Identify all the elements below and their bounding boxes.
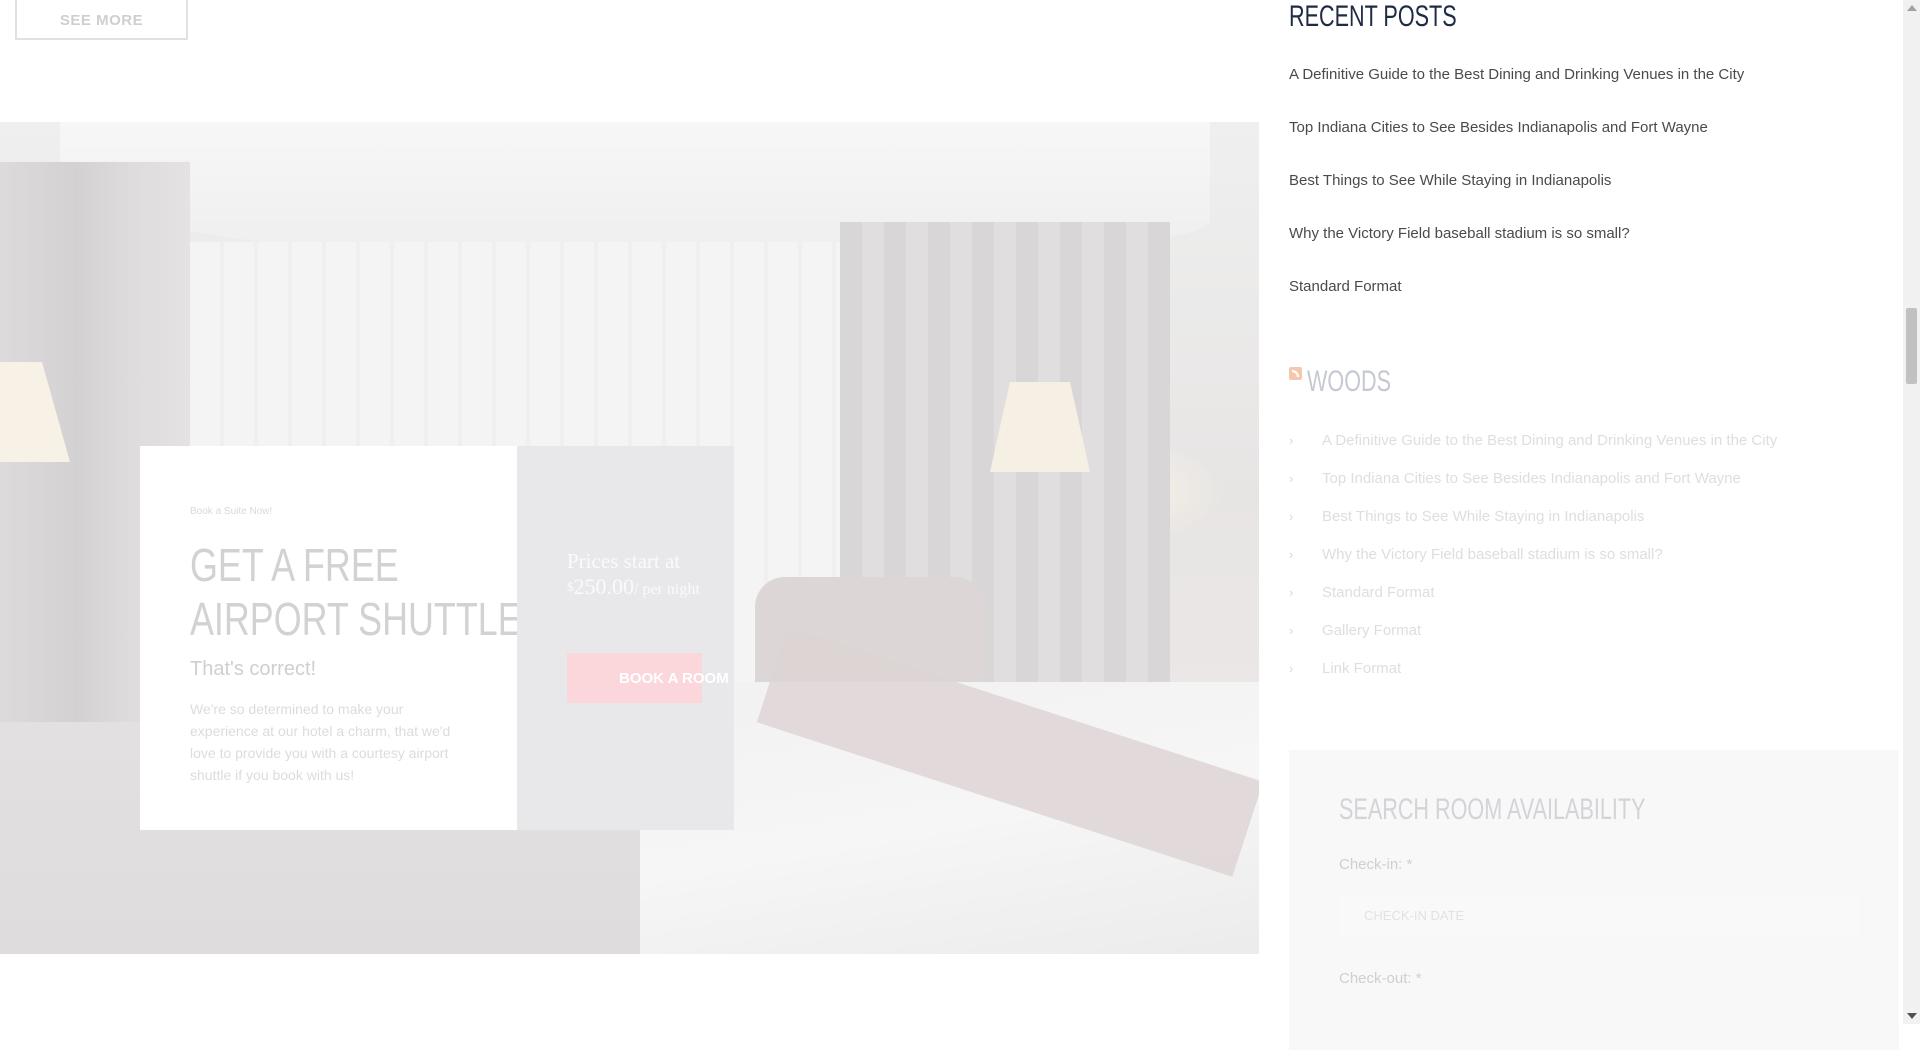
recent-post-link[interactable]: Why the Victory Field baseball stadium i… (1289, 225, 1630, 242)
chevron-right-icon: › (1289, 433, 1294, 448)
price-unit: / per night (634, 581, 700, 598)
promo-title-line2: AIRPORT SHUTTLE (190, 593, 522, 645)
woods-item-label: Why the Victory Field baseball stadium i… (1322, 546, 1663, 563)
checkin-label: Check-in: * (1339, 856, 1413, 873)
recent-post-link[interactable]: A Definitive Guide to the Best Dining an… (1289, 66, 1744, 83)
promo-body: We're so determined to make your experie… (190, 701, 451, 783)
book-room-button[interactable]: BOOK A ROOM (567, 653, 729, 703)
rss-icon[interactable] (1289, 367, 1302, 380)
woods-feed-item[interactable]: › Gallery Format (1289, 622, 1421, 642)
room-availability-form: SEARCH ROOM AVAILABILITY Check-in: * Che… (1289, 750, 1899, 1050)
pricing-card: Prices start at $250.00/ per night BOOK … (517, 446, 734, 830)
promo-subtitle: That's correct! (190, 658, 317, 680)
woods-feed-item[interactable]: › Standard Format (1289, 584, 1435, 604)
chevron-right-icon: › (1289, 585, 1294, 600)
woods-feed-item[interactable]: › Link Format (1289, 660, 1401, 680)
recent-post-link[interactable]: Standard Format (1289, 278, 1402, 295)
woods-title[interactable]: WOODS (1307, 365, 1391, 399)
price-text: Prices start at $250.00/ per night (567, 548, 732, 603)
promo-title: GET A FREE AIRPORT SHUTTLE (190, 538, 522, 646)
woods-feed-item[interactable]: › A Definitive Guide to the Best Dining a… (1289, 432, 1777, 452)
chevron-right-icon: › (1289, 509, 1294, 524)
promo-kicker: Book a Suite Now! (190, 506, 273, 517)
chevron-right-icon: › (1289, 623, 1294, 638)
woods-item-label: Standard Format (1322, 584, 1435, 601)
recent-posts-title: RECENT POSTS (1289, 0, 1457, 33)
recent-post-link[interactable]: Best Things to See While Staying in Indi… (1289, 172, 1611, 189)
page-scrollbar[interactable] (1903, 0, 1920, 1024)
checkin-date-input[interactable] (1339, 894, 1859, 936)
woods-item-label: Top Indiana Cities to See Besides Indian… (1322, 470, 1741, 487)
recent-post-link[interactable]: Top Indiana Cities to See Besides Indian… (1289, 119, 1708, 136)
chevron-right-icon: › (1289, 471, 1294, 486)
price-prefix: Prices start at (567, 549, 681, 573)
woods-item-label: A Definitive Guide to the Best Dining an… (1322, 432, 1778, 449)
promo-title-line1: GET A FREE (190, 539, 399, 591)
hotel-room-banner: Book a Suite Now! GET A FREE AIRPORT SHUT… (0, 122, 1259, 954)
scrollbar-thumb[interactable] (1906, 308, 1917, 384)
sidebar: RECENT POSTS A Definitive Guide to the B… (1289, 0, 1899, 1050)
checkout-label: Check-out: * (1339, 970, 1422, 987)
price-amount: 250.00 (573, 574, 635, 599)
chevron-right-icon: › (1289, 661, 1294, 676)
woods-item-label: Best Things to See While Staying in Indi… (1322, 508, 1645, 525)
scroll-up-arrow-icon[interactable] (1907, 5, 1917, 11)
woods-feed-item[interactable]: › Top Indiana Cities to See Besides India… (1289, 470, 1741, 490)
search-availability-title: SEARCH ROOM AVAILABILITY (1339, 793, 1646, 826)
shuttle-promo-card: Book a Suite Now! GET A FREE AIRPORT SHUT… (140, 446, 522, 830)
woods-item-label: Link Format (1322, 660, 1402, 677)
woods-feed-item[interactable]: › Why the Victory Field baseball stadium … (1289, 546, 1663, 566)
woods-item-label: Gallery Format (1322, 622, 1422, 639)
see-more-button[interactable]: SEE MORE (15, 0, 188, 40)
chevron-right-icon: › (1289, 547, 1294, 562)
scroll-down-arrow-icon[interactable] (1907, 1013, 1917, 1019)
woods-feed-item[interactable]: › Best Things to See While Staying in Ind… (1289, 508, 1644, 528)
